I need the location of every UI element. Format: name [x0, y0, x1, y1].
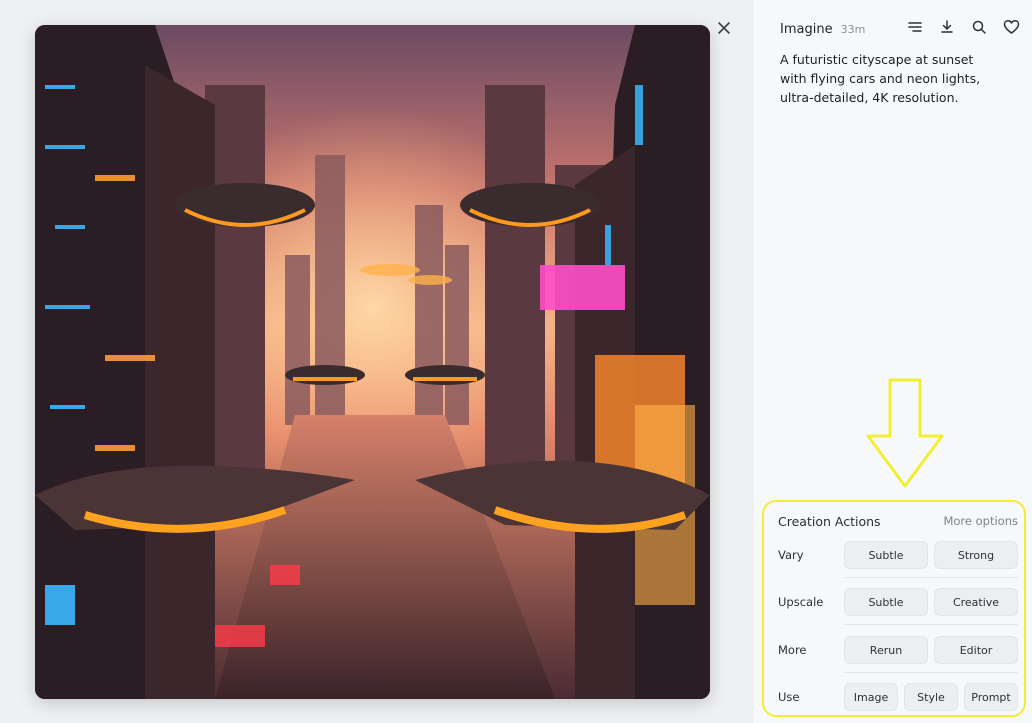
use-row: Use Image Style Prompt: [778, 682, 1018, 712]
menu-lines-icon[interactable]: [906, 18, 924, 36]
actions-title: Creation Actions: [778, 513, 881, 529]
row-label: More: [778, 643, 807, 657]
actions-header: Creation Actions More options: [778, 512, 1018, 530]
heart-icon[interactable]: [1002, 18, 1020, 36]
app-name[interactable]: Imagine: [780, 22, 833, 37]
row-label: Vary: [778, 548, 804, 562]
download-icon[interactable]: [938, 18, 956, 36]
image-stage: [0, 0, 754, 723]
upscale-creative-button[interactable]: Creative: [934, 588, 1018, 616]
vary-strong-button[interactable]: Strong: [934, 541, 1018, 569]
upscale-row: Upscale Subtle Creative: [778, 587, 1018, 617]
use-style-button[interactable]: Style: [904, 683, 958, 711]
divider: [844, 577, 1018, 578]
timestamp: 33m: [840, 22, 866, 36]
close-icon: [718, 22, 730, 34]
divider: [844, 672, 1018, 673]
creation-actions-panel: Creation Actions More options Vary Subtl…: [762, 500, 1026, 717]
editor-button[interactable]: Editor: [934, 636, 1018, 664]
generated-image[interactable]: [35, 25, 710, 699]
search-icon[interactable]: [970, 18, 988, 36]
more-options-link[interactable]: More options: [943, 514, 1018, 528]
more-row: More Rerun Editor: [778, 635, 1018, 665]
panel-header: Imagine 33m: [780, 18, 1020, 40]
header-icons: [906, 18, 1020, 36]
divider: [844, 624, 1018, 625]
upscale-subtle-button[interactable]: Subtle: [844, 588, 928, 616]
vary-subtle-button[interactable]: Subtle: [844, 541, 928, 569]
row-label: Upscale: [778, 595, 824, 609]
use-image-button[interactable]: Image: [844, 683, 898, 711]
close-button[interactable]: [714, 18, 734, 38]
prompt-text: A futuristic cityscape at sunset with fl…: [780, 52, 981, 105]
down-arrow-annotation: [866, 378, 944, 488]
cityscape-illustration: [35, 25, 710, 699]
rerun-button[interactable]: Rerun: [844, 636, 928, 664]
vary-row: Vary Subtle Strong: [778, 540, 1018, 570]
row-label: Use: [778, 690, 800, 704]
use-prompt-button[interactable]: Prompt: [964, 683, 1018, 711]
